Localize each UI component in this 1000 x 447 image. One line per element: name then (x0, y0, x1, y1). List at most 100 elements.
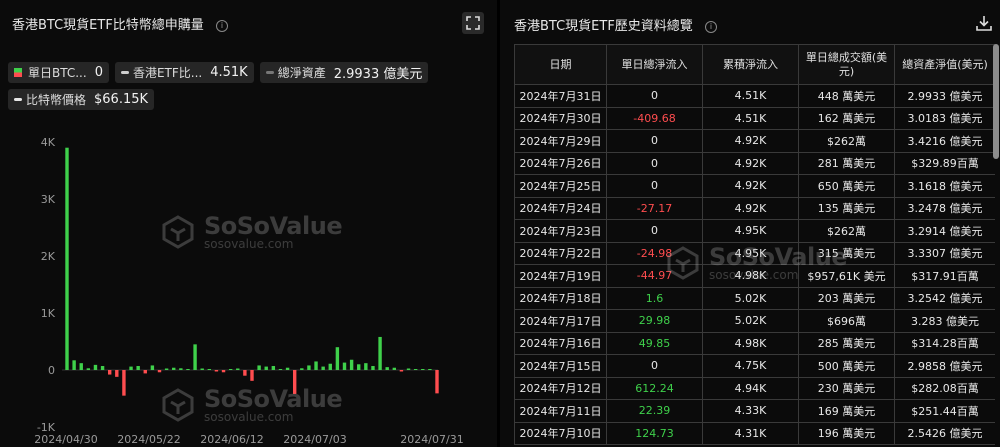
table-cell: 315 萬美元 (798, 241, 895, 265)
table-row[interactable]: 2024年7月10日 124.73 4.31K 196 萬美元 2.5426 億美元 (514, 421, 995, 445)
flow-bar[interactable] (428, 369, 432, 370)
flow-bar[interactable] (292, 370, 297, 394)
flow-bar[interactable] (307, 365, 311, 370)
table-cell: $251.44百萬 (894, 399, 995, 423)
flow-bar[interactable] (399, 370, 404, 372)
flow-bar[interactable] (236, 368, 240, 371)
table-cell: $696萬 (798, 309, 895, 333)
flow-bar[interactable] (228, 369, 233, 370)
flow-bar[interactable] (207, 369, 212, 370)
table-row[interactable]: 2024年7月26日 0 4.92K 281 萬美元 $329.89百萬 (514, 151, 995, 175)
flow-bar-chart: 4K3K2K1K0-1K2024/04/30 2024/05/22 2024/06/… (34, 136, 463, 446)
flow-bar[interactable] (143, 370, 147, 374)
table-cell: 0 (606, 129, 703, 153)
flow-bar[interactable] (179, 368, 183, 370)
flow-bar[interactable] (271, 366, 276, 370)
flow-bar[interactable] (122, 370, 126, 396)
flow-bar[interactable] (264, 366, 268, 370)
flow-bar[interactable] (72, 360, 76, 370)
table-row[interactable]: 2024年7月11日 22.39 4.33K 169 萬美元 $251.44百萬 (514, 399, 995, 423)
table-cell: $957,61K 美元 (798, 264, 895, 288)
table-row[interactable]: 2024年7月18日 1.6 5.02K 203 萬美元 3.2542 億美元 (514, 286, 995, 310)
flow-bar[interactable] (200, 368, 204, 371)
table-cell: 3.3307 億美元 (894, 241, 995, 265)
table-row[interactable]: 2024年7月15日 0 4.75K 500 萬美元 2.9858 億美元 (514, 354, 995, 378)
flow-bar[interactable] (257, 365, 261, 370)
flow-bar[interactable] (357, 364, 361, 370)
flow-bar[interactable] (278, 369, 283, 370)
flow-bar[interactable] (164, 368, 169, 371)
flow-bar[interactable] (172, 367, 176, 370)
table-cell: 4.95K (702, 219, 799, 243)
flow-bar[interactable] (321, 366, 325, 370)
flow-bar[interactable] (186, 369, 190, 370)
flow-bar[interactable] (129, 366, 133, 370)
flow-bar[interactable] (364, 363, 368, 370)
flow-bar[interactable] (115, 370, 119, 377)
table-cell: $262萬 (798, 219, 895, 243)
column-header[interactable]: 單日總成交額(美元) (798, 44, 895, 85)
flow-bar[interactable] (385, 367, 389, 370)
table-row[interactable]: 2024年7月23日 0 4.95K $262萬 3.2914 億美元 (514, 219, 995, 243)
download-icon[interactable] (975, 14, 993, 32)
flow-bar[interactable] (349, 359, 354, 370)
table-row[interactable]: 2024年7月16日 49.85 4.98K 285 萬美元 $314.28百萬 (514, 331, 995, 355)
flow-bar[interactable] (243, 370, 247, 376)
flow-bar[interactable] (335, 347, 340, 370)
table-cell: 2024年7月10日 (514, 421, 607, 445)
table-row[interactable]: 2024年7月24日 -27.17 4.92K 135 萬美元 3.2478 億美元 (514, 196, 995, 220)
table-cell: 285 萬美元 (798, 331, 895, 355)
table-row[interactable]: 2024年7月12日 612.24 4.94K 230 萬美元 $282.08百萬 (514, 376, 995, 400)
table-cell: 650 萬美元 (798, 174, 895, 198)
flow-bar[interactable] (65, 147, 69, 370)
flow-bar[interactable] (150, 365, 155, 370)
flow-bar[interactable] (136, 366, 140, 370)
flow-bar[interactable] (392, 367, 397, 370)
table-row[interactable]: 2024年7月30日 -409.68 4.51K 162 萬美元 3.0183 億美元 (514, 106, 995, 130)
flow-bar[interactable] (79, 363, 83, 370)
table-cell: 612.24 (606, 376, 703, 400)
table-cell: 22.39 (606, 399, 703, 423)
flow-bar[interactable] (300, 368, 304, 370)
table-cell: -409.68 (606, 106, 703, 130)
flow-bar[interactable] (86, 368, 91, 370)
table-cell: 448 萬美元 (798, 84, 895, 108)
table-cell: $314.28百萬 (894, 331, 995, 355)
table-cell: 2024年7月15日 (514, 354, 607, 378)
flow-bar[interactable] (250, 370, 254, 381)
column-header[interactable]: 累積淨流入 (702, 44, 799, 85)
table-row[interactable]: 2024年7月19日 -44.97 4.98K $957,61K 美元 $317.91百… (514, 264, 995, 288)
column-header[interactable]: 總資產淨值(美元) (894, 44, 995, 85)
column-header[interactable]: 單日總淨流入 (606, 44, 703, 85)
table-row[interactable]: 2024年7月29日 0 4.92K $262萬 3.4216 億美元 (514, 129, 995, 153)
table-cell: 4.92K (702, 151, 799, 175)
flow-bar[interactable] (314, 361, 318, 370)
flow-bar[interactable] (107, 370, 112, 375)
table-cell: 5.02K (702, 309, 799, 333)
flow-bar[interactable] (421, 369, 425, 370)
info-icon[interactable]: i (704, 21, 717, 33)
flow-bar[interactable] (221, 370, 226, 373)
table-row[interactable]: 2024年7月25日 0 4.92K 650 萬美元 3.1618 億美元 (514, 174, 995, 198)
flow-bar[interactable] (413, 369, 418, 370)
history-table-container[interactable]: 日期 單日總淨流入 累積淨流入 單日總成交額(美元) 總資產淨值(美元) 2024年7月… (514, 44, 995, 447)
flow-bar[interactable] (214, 370, 219, 372)
flow-bar[interactable] (93, 364, 98, 370)
flow-bar[interactable] (371, 366, 375, 370)
table-row[interactable]: 2024年7月22日 -24.98 4.95K 315 萬美元 3.3307 億美元 (514, 241, 995, 265)
flow-bar[interactable] (100, 366, 105, 370)
flow-bar[interactable] (157, 370, 162, 373)
table-scrollbar[interactable] (993, 44, 999, 159)
flow-bar[interactable] (435, 370, 439, 394)
flow-bar[interactable] (342, 362, 347, 370)
flow-bar[interactable] (193, 344, 197, 370)
x-tick-label: 2024/05/22 (117, 433, 180, 446)
flow-bar[interactable] (406, 368, 411, 371)
flow-bar[interactable] (285, 367, 290, 370)
table-cell: 2024年7月25日 (514, 174, 607, 198)
flow-bar[interactable] (328, 363, 332, 370)
table-row[interactable]: 2024年7月31日 0 4.51K 448 萬美元 2.9933 億美元 (514, 84, 995, 108)
flow-bar[interactable] (378, 336, 382, 370)
column-header[interactable]: 日期 (514, 44, 607, 85)
table-row[interactable]: 2024年7月17日 29.98 5.02K $696萬 3.283 億美元 (514, 309, 995, 333)
